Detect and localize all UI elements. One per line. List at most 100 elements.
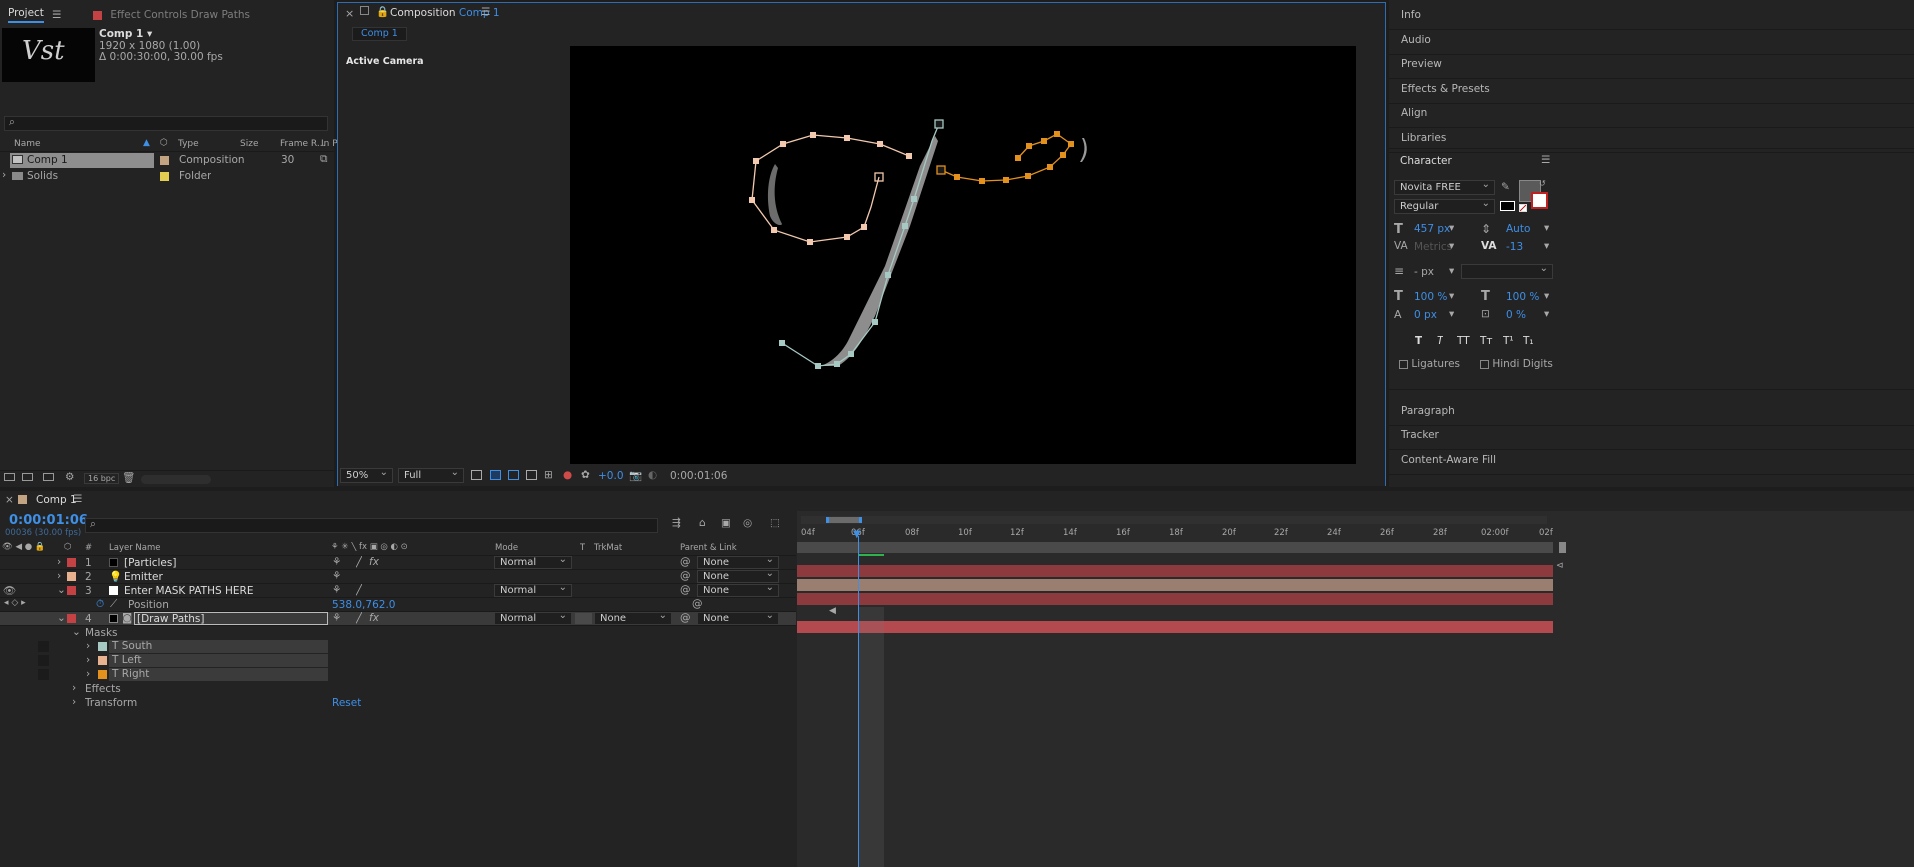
label-color-swatch[interactable] <box>160 156 169 165</box>
zoom-dropdown[interactable]: 50% <box>340 466 393 483</box>
layer-name[interactable]: Emitter <box>124 571 163 583</box>
shy-switch-icon[interactable]: ⚘ <box>332 612 341 624</box>
effect-switch-icon[interactable]: fx <box>369 556 379 568</box>
bpc-button[interactable]: 16 bpc <box>84 473 120 484</box>
timeline-menu-icon[interactable]: ☰ <box>73 493 82 505</box>
label-color-swatch[interactable] <box>67 614 76 623</box>
expand-arrow-icon[interactable]: ⌄ <box>72 626 81 638</box>
stroke-width-chevron-icon[interactable]: ▾ <box>1449 265 1454 277</box>
layer-row-selected[interactable]: ⌄ 4 ◙ [Draw Paths] ⚘ ╱ fx Normal None @ … <box>0 610 796 626</box>
quality-switch-icon[interactable]: ╱ <box>356 584 362 596</box>
character-menu-icon[interactable]: ☰ <box>1541 154 1550 166</box>
trash-icon[interactable]: 🗑 <box>122 471 135 484</box>
hide-shy-layers-icon[interactable]: ▣ <box>721 517 731 529</box>
timeline-current-time[interactable]: 0:00:01:06 <box>9 513 88 528</box>
effects-group[interactable]: › Effects <box>0 682 796 696</box>
expand-arrow-icon[interactable]: ⌄ <box>57 584 66 596</box>
expand-arrow-icon[interactable]: › <box>86 640 90 652</box>
column-layer-name[interactable]: Layer Name <box>109 543 160 553</box>
mask-name[interactable]: T South <box>109 640 328 653</box>
flowchart-icon[interactable]: ⧉ <box>320 153 328 166</box>
time-graph[interactable]: 04f 06f 08f 10f 12f 14f 16f 18f 20f 22f … <box>797 511 1914 867</box>
faux-italic-button[interactable]: T <box>1437 335 1443 347</box>
tsume-chevron-icon[interactable]: ▾ <box>1544 308 1549 320</box>
project-item-comp1[interactable]: Comp 1 Composition 30 ⧉ <box>0 153 334 168</box>
parent-pickwhip-icon[interactable]: @ <box>680 584 691 596</box>
stroke-width-value[interactable]: - px <box>1414 266 1434 278</box>
layer-duration-bar[interactable] <box>797 579 1553 591</box>
project-panel-menu-icon[interactable]: ☰ <box>52 9 61 21</box>
font-family-dropdown[interactable]: Novita FREE <box>1394 178 1495 195</box>
vertical-scale-chevron-icon[interactable]: ▾ <box>1449 290 1454 302</box>
leading-value[interactable]: Auto <box>1506 223 1530 235</box>
all-caps-button[interactable]: TT <box>1457 335 1470 347</box>
guide-options-icon[interactable] <box>526 470 537 480</box>
stopwatch-icon[interactable]: ⏱ <box>96 598 104 611</box>
superscript-button[interactable]: T¹ <box>1503 335 1514 347</box>
layer-duration-bar[interactable] <box>797 621 1553 633</box>
new-folder-icon[interactable] <box>22 473 33 481</box>
stroke-color-swatch[interactable] <box>1531 192 1548 209</box>
expand-arrow-icon[interactable]: › <box>86 654 90 666</box>
region-of-interest-icon[interactable] <box>471 470 482 480</box>
color-management-icon[interactable]: ✿ <box>581 469 590 481</box>
hindi-digits-checkbox[interactable]: Hindi Digits <box>1480 358 1553 370</box>
close-icon[interactable]: × <box>345 7 354 20</box>
font-size-value[interactable]: 457 px <box>1414 223 1450 235</box>
column-type[interactable]: Type <box>178 139 199 149</box>
expand-arrow-icon[interactable]: › <box>57 556 61 568</box>
parent-pickwhip-icon[interactable]: @ <box>680 556 691 568</box>
shy-switch-icon[interactable]: ⚘ <box>332 584 341 596</box>
quality-switch-icon[interactable]: ╱ <box>356 556 362 568</box>
label-color-swatch[interactable] <box>67 572 76 581</box>
layer-name[interactable]: Enter MASK PATHS HERE <box>124 585 253 597</box>
mask-visibility-icon[interactable] <box>508 470 519 480</box>
quality-switch-icon[interactable]: ╱ <box>356 612 362 624</box>
new-composition-icon[interactable] <box>43 473 54 481</box>
exposure-value[interactable]: +0.0 <box>598 470 624 482</box>
column-size[interactable]: Size <box>240 139 258 149</box>
label-color-swatch[interactable] <box>67 586 76 595</box>
horizontal-scale-chevron-icon[interactable]: ▾ <box>1544 290 1549 302</box>
column-frame-rate[interactable]: Frame R... <box>280 139 325 149</box>
composition-canvas[interactable] <box>570 46 1356 464</box>
expand-arrow-icon[interactable]: › <box>86 668 90 680</box>
mask-row[interactable]: › T South <box>0 640 796 654</box>
shy-switch-icon[interactable]: ⚘ <box>332 556 341 568</box>
column-parent[interactable]: Parent & Link <box>680 543 737 553</box>
kerning-chevron-icon[interactable]: ▾ <box>1449 240 1454 252</box>
ligatures-checkbox[interactable]: Ligatures <box>1399 358 1460 370</box>
expand-arrow-icon[interactable]: › <box>2 169 6 181</box>
kerning-value[interactable]: Metrics <box>1414 241 1452 253</box>
expand-arrow-icon[interactable]: › <box>72 696 76 708</box>
expand-arrow-icon[interactable]: › <box>72 682 76 694</box>
mask-lock-toggle[interactable] <box>38 669 49 680</box>
column-name[interactable]: Name <box>14 139 41 149</box>
default-colors-icon[interactable] <box>1500 201 1515 211</box>
timeline-search-input[interactable]: ⌕ <box>85 518 658 533</box>
faux-bold-button[interactable]: T <box>1415 335 1422 347</box>
panel-content-aware-fill[interactable]: Content-Aware Fill <box>1389 445 1914 475</box>
layer-duration-bar[interactable] <box>797 593 1553 605</box>
breadcrumb[interactable]: Comp 1 <box>352 27 407 41</box>
mask-lock-toggle[interactable] <box>38 641 49 652</box>
mask-color-swatch[interactable] <box>98 670 107 679</box>
mask-row[interactable]: › T Left <box>0 654 796 668</box>
swap-colors-icon[interactable]: ↺ <box>1539 179 1546 188</box>
expand-arrow-icon[interactable]: › <box>57 570 61 582</box>
layer-row[interactable]: 👁 ⌄ 3 Enter MASK PATHS HERE ⚘ ╱ Normal @… <box>0 582 796 598</box>
baseline-shift-value[interactable]: 0 px <box>1414 309 1437 321</box>
mask-color-swatch[interactable] <box>98 642 107 651</box>
column-in-point[interactable]: In P <box>321 139 338 149</box>
project-search-input[interactable]: ⌕ <box>4 116 328 131</box>
small-caps-button[interactable]: Tт <box>1480 335 1493 347</box>
vertical-scale-value[interactable]: 100 % <box>1414 291 1447 303</box>
composition-mini-flowchart-icon[interactable]: ⇶ <box>672 517 681 529</box>
blend-mode-dropdown[interactable]: Normal <box>494 610 572 625</box>
subscript-button[interactable]: T₁ <box>1523 335 1534 347</box>
position-value[interactable]: 538.0,762.0 <box>332 599 395 611</box>
tsume-value[interactable]: 0 % <box>1506 309 1526 321</box>
mask-vertices-right[interactable] <box>954 131 1074 184</box>
column-preserve-transparency[interactable]: T <box>580 543 585 553</box>
mask-name[interactable]: T Left <box>109 654 328 667</box>
